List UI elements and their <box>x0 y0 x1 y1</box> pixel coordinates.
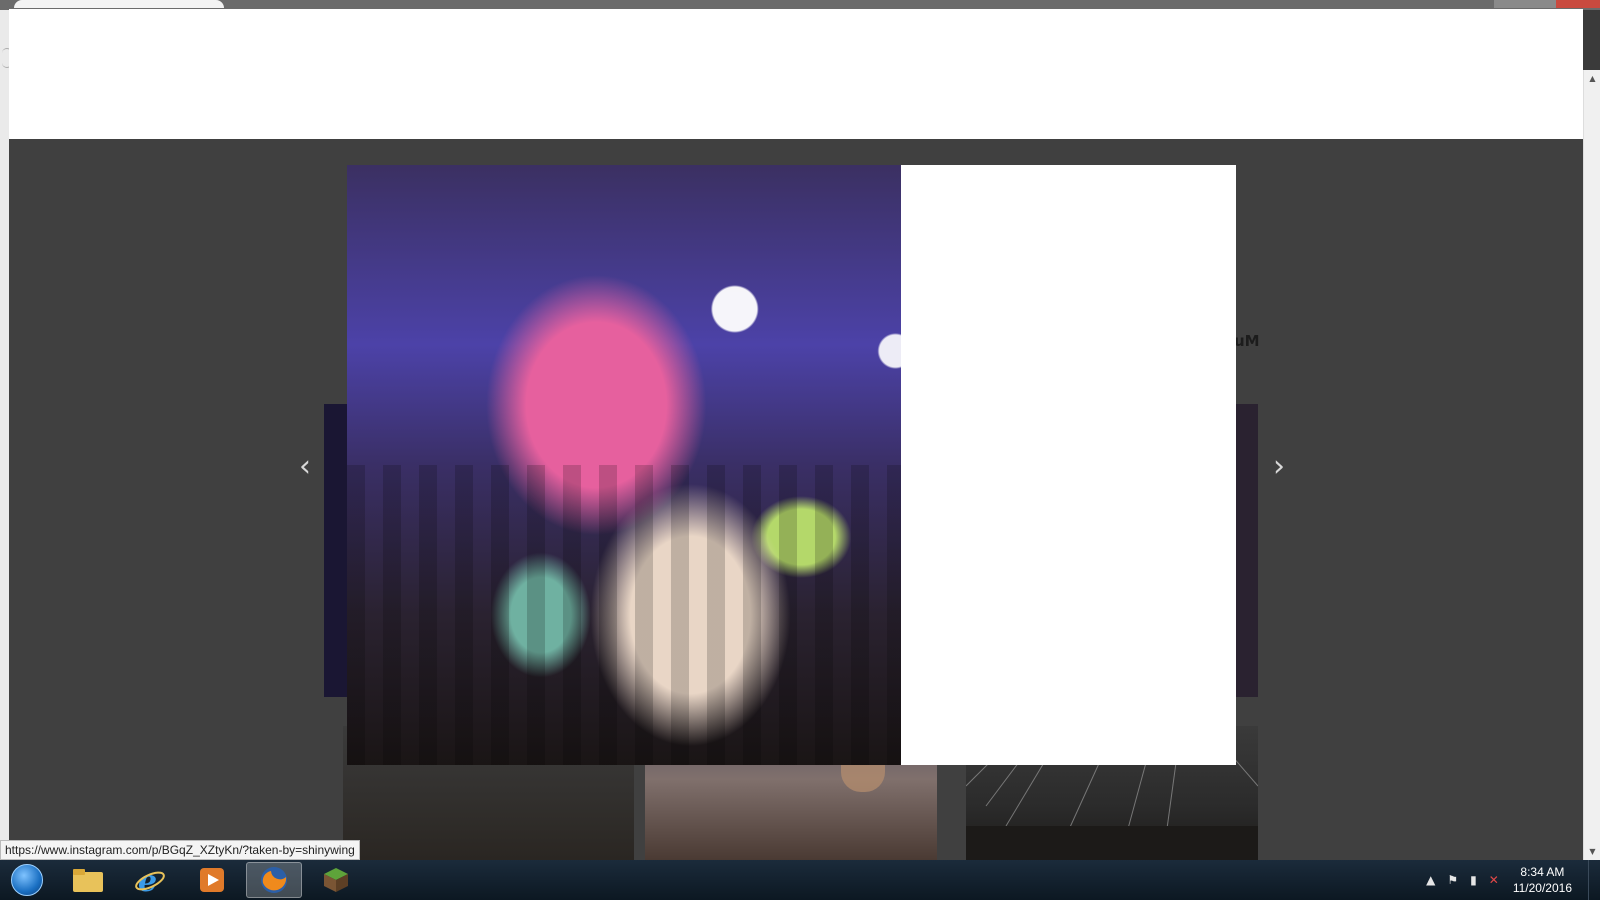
status-bar-url: https://www.instagram.com/p/BGqZ_XZtyKn/… <box>0 840 360 860</box>
network-signal-icon[interactable]: ▮ <box>1470 873 1477 887</box>
ie-icon: e <box>135 865 165 895</box>
next-arrow-icon[interactable]: › <box>1264 452 1294 482</box>
previous-arrow-icon[interactable]: ‹ <box>290 452 320 482</box>
browser-chrome-left <box>0 10 12 860</box>
windows-logo-icon <box>11 864 43 896</box>
maximize-button[interactable] <box>1514 0 1558 8</box>
volume-muted-icon[interactable]: ✕ <box>1489 873 1499 887</box>
page-header <box>9 9 1583 139</box>
scroll-down-icon[interactable]: ▼ <box>1584 843 1600 860</box>
start-button[interactable] <box>5 862 49 898</box>
taskbar-media-player[interactable] <box>184 862 240 898</box>
screen: uM ‹ › ▲ ▼ https://www.instagram.com/p/B… <box>0 0 1600 900</box>
background-partial-label: uM <box>1234 332 1260 350</box>
taskbar-explorer[interactable] <box>60 862 116 898</box>
photo-crowd-texture <box>347 465 901 765</box>
firefox-icon <box>261 867 287 893</box>
taskbar-firefox[interactable] <box>246 862 302 898</box>
clock-date: 11/20/2016 <box>1512 881 1572 895</box>
modal-side-panel <box>901 165 1236 765</box>
minecraft-icon <box>324 868 348 892</box>
modal-photo[interactable] <box>347 165 901 765</box>
system-tray: ▲ ⚑ ▮ ✕ 8:34 AM 11/20/2016 <box>1420 860 1600 900</box>
taskbar-internet-explorer[interactable]: e <box>122 862 178 898</box>
close-button[interactable] <box>1556 0 1600 8</box>
page-scrollbar[interactable]: ▲ ▼ <box>1583 70 1600 860</box>
taskbar: e ▲ ⚑ ▮ ✕ 8:34 AM 11/20/2016 <box>0 860 1600 900</box>
system-clock[interactable]: 8:34 AM 11/20/2016 <box>1513 864 1572 896</box>
clock-time: 8:34 AM <box>1520 865 1565 879</box>
photo-modal <box>347 165 1236 765</box>
media-player-icon <box>200 868 224 892</box>
scroll-up-icon[interactable]: ▲ <box>1584 70 1600 87</box>
show-hidden-icons-icon[interactable]: ▲ <box>1426 873 1435 887</box>
action-center-flag-icon[interactable]: ⚑ <box>1447 873 1458 887</box>
taskbar-minecraft[interactable] <box>308 862 364 898</box>
show-desktop-button[interactable] <box>1588 860 1600 900</box>
browser-tab[interactable] <box>14 0 224 8</box>
folder-icon <box>73 869 103 892</box>
background-tile-right <box>1236 404 1258 697</box>
